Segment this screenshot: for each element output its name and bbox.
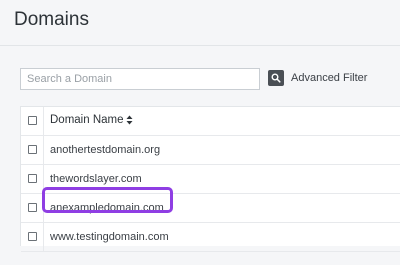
- domain-name-cell[interactable]: www.testingdomain.com: [50, 231, 169, 243]
- domain-search-input[interactable]: [20, 68, 260, 90]
- domain-name-column-header[interactable]: Domain Name: [50, 114, 133, 126]
- column-divider: [43, 223, 44, 251]
- table-header-row: Domain Name: [21, 107, 400, 136]
- domain-name-cell[interactable]: thewordslayer.com: [50, 173, 142, 185]
- row-checkbox[interactable]: [28, 203, 37, 212]
- row-checkbox[interactable]: [28, 232, 37, 241]
- table-row[interactable]: anothertestdomain.org: [21, 136, 400, 165]
- page-title: Domains: [14, 9, 89, 30]
- table-row[interactable]: anexampledomain.com: [21, 194, 400, 223]
- header-divider: [0, 45, 400, 46]
- row-checkbox[interactable]: [28, 145, 37, 154]
- row-checkbox[interactable]: [28, 174, 37, 183]
- table-row[interactable]: www.testingdomain.com: [21, 223, 400, 252]
- domain-name-header-label: Domain Name: [50, 114, 124, 126]
- column-divider: [43, 107, 44, 135]
- page-header: Domains: [0, 0, 400, 44]
- column-divider: [43, 136, 44, 164]
- column-divider: [43, 165, 44, 193]
- column-divider: [43, 194, 44, 222]
- search-button[interactable]: [268, 70, 284, 86]
- domain-name-cell[interactable]: anexampledomain.com: [50, 202, 164, 214]
- search-icon: [271, 73, 281, 83]
- sort-icon: [126, 115, 132, 125]
- select-all-checkbox[interactable]: [28, 116, 37, 125]
- domains-table: Domain Name anothertestdomain.org thewor…: [20, 106, 400, 252]
- domain-name-cell[interactable]: anothertestdomain.org: [50, 144, 160, 156]
- advanced-filter-link[interactable]: Advanced Filter: [291, 72, 367, 84]
- table-row[interactable]: thewordslayer.com: [21, 165, 400, 194]
